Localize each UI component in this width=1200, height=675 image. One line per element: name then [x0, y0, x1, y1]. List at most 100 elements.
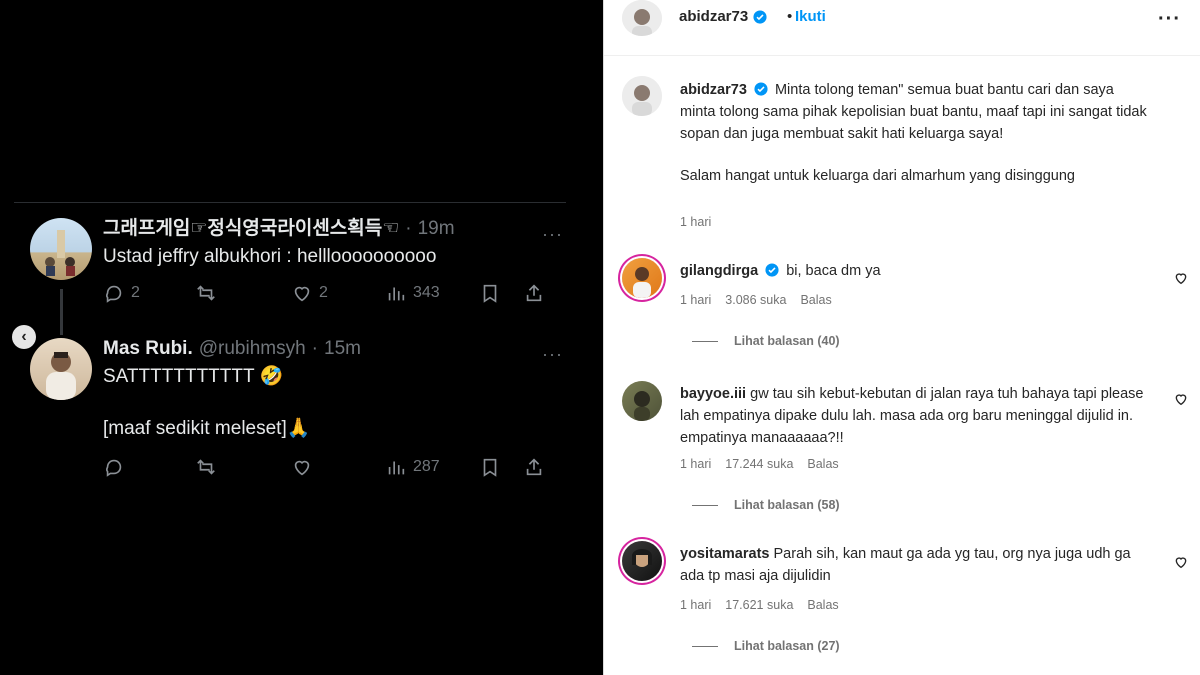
verified-icon [765, 263, 779, 277]
avatar[interactable] [622, 76, 662, 116]
caption-body: Minta tolong teman" semua buat bantu car… [680, 82, 1147, 142]
view-replies-button[interactable]: Lihat balasan (40) [692, 334, 840, 348]
caption-username[interactable]: abidzar73 [680, 82, 747, 98]
follow-button[interactable]: Ikuti [795, 8, 826, 25]
comment-username[interactable]: gilangdirga [680, 263, 758, 279]
tweet-actions: 2 2 343 [103, 282, 573, 308]
view-replies-label: Lihat balasan (27) [734, 639, 840, 653]
comment-like-count[interactable]: 17.244 suka [725, 457, 793, 471]
reply-button[interactable] [103, 456, 125, 478]
tweet-author-handle[interactable]: @rubihmsyh [199, 338, 306, 360]
comment-username[interactable]: bayyoe.iii [680, 386, 746, 402]
like-count: 2 [319, 284, 328, 301]
views-icon [388, 461, 405, 475]
tweet-author-name[interactable]: Mas Rubi. [103, 338, 193, 360]
avatar-image [622, 76, 662, 116]
comment-text: gilangdirga bi, baca dm ya [680, 260, 1150, 282]
views-icon [388, 287, 405, 301]
header-username-text: abidzar73 [679, 8, 749, 25]
comment-meta: 1 hari 17.621 suka Balas [680, 598, 839, 612]
avatar[interactable] [622, 258, 662, 298]
comment-body: bi, baca dm ya [786, 263, 881, 279]
like-icon [294, 286, 310, 302]
like-button[interactable] [291, 456, 313, 478]
tweet-divider [14, 202, 566, 203]
comment-like-button[interactable] [1173, 391, 1189, 407]
bookmark-icon [483, 458, 497, 477]
like-button[interactable]: 2 [291, 282, 328, 304]
tweet-separator: · [311, 338, 318, 359]
tweet-body: 그래프게임☞정식영국라이센스획득☜ · 19m ··· Ustad jeffry… [103, 218, 573, 303]
share-icon [526, 284, 542, 302]
header-username[interactable]: abidzar73 [679, 8, 767, 25]
avatar-image [45, 230, 75, 276]
comment-like-button[interactable] [1173, 554, 1189, 570]
comment-timestamp[interactable]: 1 hari [680, 457, 711, 471]
share-icon [526, 458, 542, 476]
verified-icon [753, 9, 767, 24]
avatar-image [633, 267, 651, 298]
more-options-icon[interactable]: ··· [1158, 8, 1181, 31]
avatar-image [622, 0, 662, 36]
comment-like-count[interactable]: 3.086 suka [725, 293, 786, 307]
retweet-icon [197, 285, 215, 301]
tweet-avatar [30, 338, 92, 400]
bookmark-button[interactable] [479, 456, 501, 478]
view-count: 287 [413, 458, 440, 475]
caption-timestamp[interactable]: 1 hari [680, 215, 711, 229]
thread-line [60, 289, 63, 335]
views-button[interactable]: 343 [385, 282, 440, 304]
tweet-avatar [30, 218, 92, 280]
avatar[interactable] [622, 0, 662, 36]
tweet-time[interactable]: 15m [324, 338, 361, 360]
share-button[interactable] [523, 282, 545, 304]
comment-timestamp[interactable]: 1 hari [680, 293, 711, 307]
view-replies-button[interactable]: Lihat balasan (27) [692, 639, 840, 653]
tweet-separator: · [405, 218, 412, 239]
avatar-image [634, 391, 650, 421]
retweet-button[interactable] [195, 456, 217, 478]
reply-button[interactable]: Balas [800, 293, 831, 307]
view-count: 343 [413, 284, 440, 301]
view-replies-line [692, 504, 718, 506]
comment-meta: 1 hari 17.244 suka Balas [680, 457, 839, 471]
view-replies-button[interactable]: Lihat balasan (58) [692, 498, 840, 512]
comment-username[interactable]: yositamarats [680, 546, 769, 562]
tweet-text: SATTTTTTTTTTT 🤣 [maaf sedikit meleset]🙏 [103, 366, 311, 439]
avatar[interactable] [622, 541, 662, 581]
comment-meta: 1 hari 3.086 suka Balas [680, 293, 832, 307]
reply-button[interactable]: 2 [103, 282, 140, 304]
carousel-prev-button[interactable]: ‹ [12, 325, 36, 349]
comment-text: yositamarats Parah sih, kan maut ga ada … [680, 543, 1150, 587]
avatar-image [46, 352, 76, 400]
views-button[interactable]: 287 [385, 456, 440, 478]
comment-like-count[interactable]: 17.621 suka [725, 598, 793, 612]
tweet-time[interactable]: 19m [418, 218, 455, 240]
share-button[interactable] [523, 456, 545, 478]
tweet-more-icon[interactable]: ··· [542, 344, 563, 365]
tweet-header: 그래프게임☞정식영국라이센스획득☜ · 19m [103, 218, 573, 240]
reply-button[interactable]: Balas [807, 598, 838, 612]
tweet-more-icon[interactable]: ··· [542, 224, 563, 245]
instagram-comments-panel: abidzar73 • Ikuti ··· abidzar73 Minta to… [603, 0, 1200, 675]
avatar-image [632, 549, 652, 567]
caption-body-2: Salam hangat untuk keluarga dari almarhu… [680, 168, 1075, 184]
like-icon [294, 460, 310, 476]
header-separator: • [787, 8, 793, 25]
comment-timestamp[interactable]: 1 hari [680, 598, 711, 612]
tweet-text: Ustad jeffry albukhori : hellloooooooooo [103, 246, 437, 267]
tweet-author-name[interactable]: 그래프게임☞정식영국라이센스획득☜ [103, 218, 399, 240]
post-header: abidzar73 • Ikuti ··· [604, 0, 1200, 56]
bookmark-button[interactable] [479, 282, 501, 304]
reply-button[interactable]: Balas [807, 457, 838, 471]
tweet-body: Mas Rubi. @rubihmsyh · 15m ··· SATTTTTTT… [103, 338, 573, 477]
heart-icon [1175, 273, 1187, 285]
view-replies-line [692, 645, 718, 647]
tweet-actions: 287 [103, 456, 573, 482]
retweet-button[interactable] [195, 282, 217, 304]
heart-icon [1175, 557, 1187, 569]
reply-count: 2 [131, 284, 140, 301]
avatar[interactable] [622, 381, 662, 421]
comment-like-button[interactable] [1173, 270, 1189, 286]
bookmark-icon [483, 284, 497, 303]
